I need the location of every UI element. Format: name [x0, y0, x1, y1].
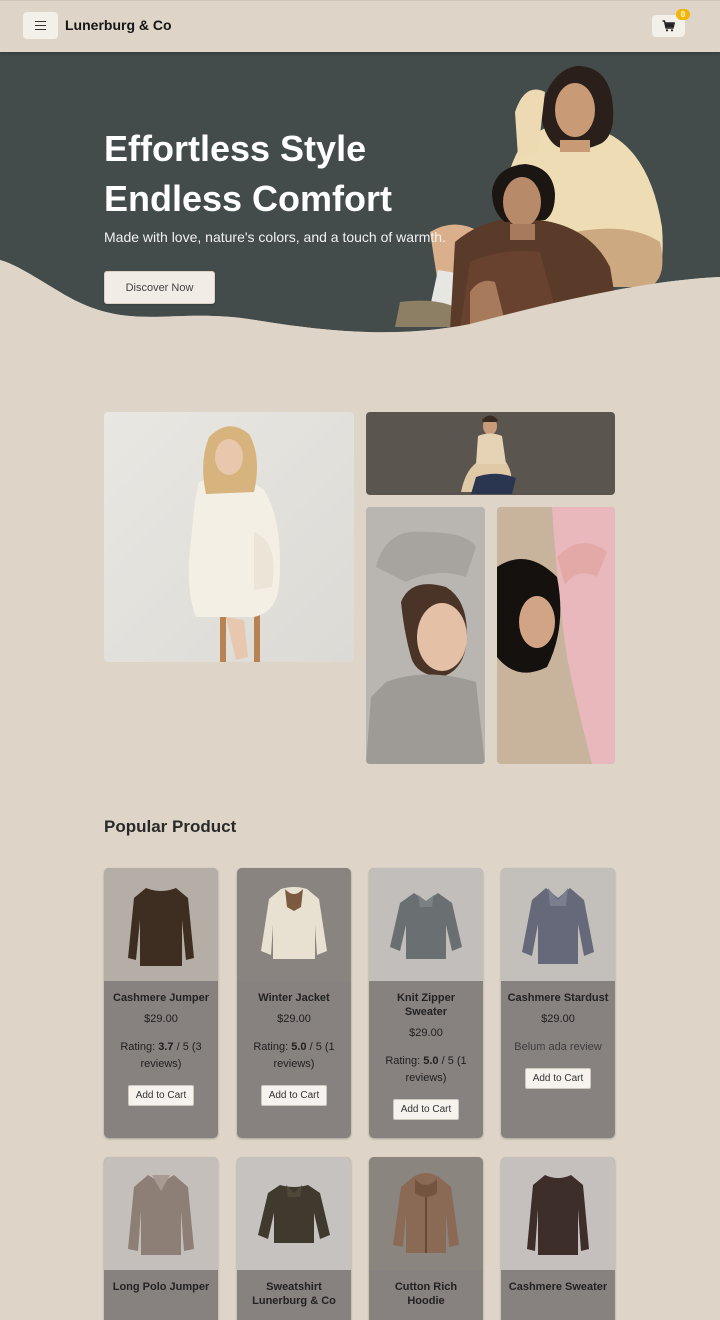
product-name[interactable]: Cutton Rich Hoodie: [375, 1280, 477, 1308]
hero-banner: Effortless Style Endless Comfort Made wi…: [0, 52, 720, 342]
product-price: $29.00: [409, 1027, 443, 1039]
product-name[interactable]: Long Polo Jumper: [110, 1280, 212, 1294]
product-card-cashmere-jumper[interactable]: Cashmere Jumper $29.00 Rating: 3.7 / 5 (…: [104, 868, 218, 1138]
product-price: $29.00: [277, 1013, 311, 1025]
gallery-image-woman-cream-sweater: [104, 412, 354, 662]
menu-button[interactable]: [23, 12, 58, 39]
hero-subtitle: Made with love, nature's colors, and a t…: [104, 229, 446, 245]
product-price: $29.00: [541, 1013, 575, 1025]
gallery-image-woman-pink-sweater: [497, 507, 615, 764]
cart-count-badge: 0: [676, 9, 690, 20]
add-to-cart-button[interactable]: Add to Cart: [127, 1085, 195, 1106]
product-card-long-polo-jumper[interactable]: Long Polo Jumper: [104, 1157, 218, 1320]
popular-product-heading: Popular Product: [104, 817, 237, 836]
gallery-image-man-sitting: [366, 412, 615, 495]
product-rating: Rating: 3.7 / 5 (3 reviews): [120, 1041, 202, 1070]
hamburger-icon: [35, 21, 46, 22]
discover-now-button[interactable]: Discover Now: [104, 271, 215, 304]
add-to-cart-button[interactable]: Add to Cart: [260, 1085, 328, 1106]
product-name[interactable]: Cashmere Sweater: [507, 1280, 609, 1294]
product-image[interactable]: [369, 868, 483, 981]
product-name[interactable]: Knit Zipper Sweater: [375, 991, 477, 1019]
add-to-cart-button[interactable]: Add to Cart: [524, 1068, 592, 1089]
product-image[interactable]: [104, 868, 218, 981]
product-name[interactable]: Sweatshirt Lunerburg & Co: [243, 1280, 345, 1308]
product-image[interactable]: [501, 868, 615, 981]
product-image[interactable]: [104, 1157, 218, 1270]
product-card-cashmere-stardust[interactable]: Cashmere Stardust $29.00 Belum ada revie…: [501, 868, 615, 1138]
add-to-cart-button[interactable]: Add to Cart: [392, 1099, 460, 1120]
product-name[interactable]: Winter Jacket: [243, 991, 345, 1005]
hero-title: Effortless Style Endless Comfort: [104, 124, 434, 224]
product-rating: Rating: 5.0 / 5 (1 reviews): [385, 1055, 467, 1084]
product-card-knit-zipper-sweater[interactable]: Knit Zipper Sweater $29.00 Rating: 5.0 /…: [369, 868, 483, 1138]
product-name[interactable]: Cashmere Jumper: [110, 991, 212, 1005]
product-card-winter-jacket[interactable]: Winter Jacket $29.00 Rating: 5.0 / 5 (1 …: [237, 868, 351, 1138]
product-card-sweatshirt-lunerburg[interactable]: Sweatshirt Lunerburg & Co: [237, 1157, 351, 1320]
no-review-text: Belum ada review: [514, 1041, 602, 1053]
product-card-cashmere-sweater[interactable]: Cashmere Sweater: [501, 1157, 615, 1320]
product-name[interactable]: Cashmere Stardust: [507, 991, 609, 1005]
product-image[interactable]: [369, 1157, 483, 1270]
brand-name[interactable]: Lunerburg & Co: [65, 17, 172, 33]
product-price: $29.00: [144, 1013, 178, 1025]
product-rating: Rating: 5.0 / 5 (1 reviews): [253, 1041, 335, 1070]
product-image[interactable]: [237, 868, 351, 981]
gallery-image-woman-grey-turtleneck: [366, 507, 485, 764]
product-card-cutton-rich-hoodie[interactable]: Cutton Rich Hoodie: [369, 1157, 483, 1320]
hero-title-line2: Endless Comfort: [104, 178, 393, 219]
product-image[interactable]: [501, 1157, 615, 1270]
navbar: Lunerburg & Co: [0, 0, 720, 52]
product-image[interactable]: [237, 1157, 351, 1270]
hero-title-line1: Effortless Style: [104, 128, 367, 169]
shopping-cart-icon: [662, 20, 675, 32]
